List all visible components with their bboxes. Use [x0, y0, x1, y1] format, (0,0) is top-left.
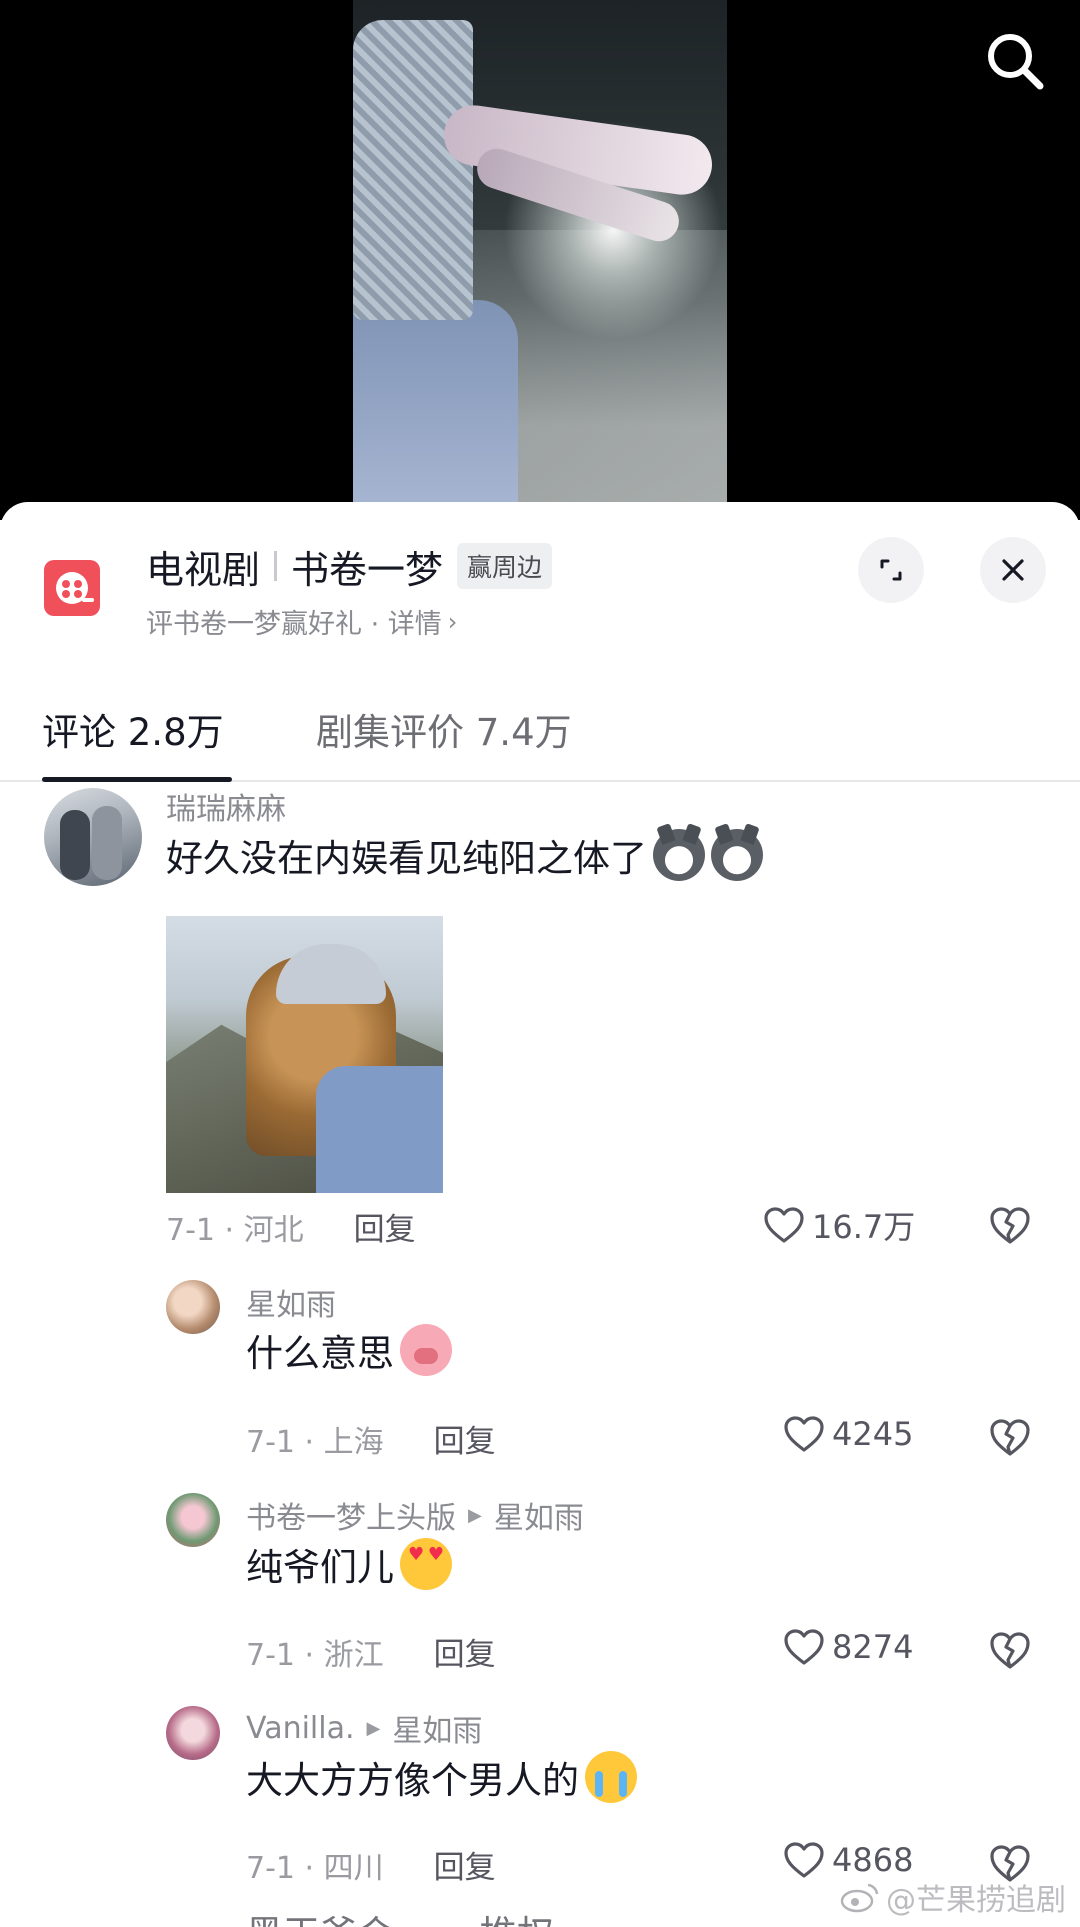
promo-subtitle-link[interactable]: 评书卷一梦赢好礼 · 详情 › [146, 602, 457, 641]
heart-icon [764, 1207, 804, 1243]
dislike-button[interactable] [988, 1416, 1032, 1458]
avatar[interactable] [166, 1706, 220, 1760]
wolf-emoji-icon [653, 829, 705, 881]
like-count: 4868 [832, 1841, 914, 1879]
show-name: 书卷一梦 [291, 547, 444, 592]
heart-icon [784, 1629, 824, 1665]
like-count: 4245 [832, 1415, 914, 1453]
reply-body: 什么意思 [246, 1332, 394, 1375]
dislike-button[interactable] [988, 1204, 1032, 1246]
expand-icon [880, 559, 902, 581]
heart-icon [784, 1842, 824, 1878]
pig-emoji-icon [400, 1324, 452, 1376]
heart-eyes-emoji-icon [400, 1538, 452, 1590]
reply-button[interactable]: 回复 [354, 1204, 416, 1249]
reply-date-location: 7-1 · 上海 [246, 1424, 384, 1460]
reply-meta: 7-1 · 上海 回复 [246, 1416, 496, 1461]
dislike-button[interactable] [988, 1629, 1032, 1671]
reply-date-location: 7-1 · 四川 [246, 1850, 384, 1886]
title-row[interactable]: 电视剧 书卷一梦 赢周边 [146, 538, 553, 594]
comment-meta: 7-1 · 河北 回复 [166, 1204, 416, 1249]
reply-body: 大大方方像个男人的 [246, 1759, 579, 1802]
promo-badge[interactable]: 赢周边 [457, 543, 553, 589]
chevron-right-icon: › [447, 607, 458, 636]
category-label: 电视剧 [146, 547, 261, 592]
weibo-logo-icon [840, 1883, 879, 1913]
broken-heart-icon [990, 1632, 1030, 1669]
reply-date-location: 7-1 · 浙江 [246, 1637, 384, 1673]
reply-button[interactable]: 回复 [434, 1842, 496, 1887]
active-tab-indicator [42, 777, 232, 782]
reply-username[interactable]: 星如雨 [246, 1280, 336, 1324]
avatar[interactable] [44, 788, 142, 886]
tv-app-logo-icon[interactable] [44, 560, 100, 616]
reply-text: 什么意思 [246, 1320, 452, 1380]
reply-button[interactable]: 回复 [434, 1629, 496, 1674]
like-button[interactable]: 4245 [782, 1414, 913, 1454]
next-comment-partial: 黑王爷会…… 推权 [246, 1904, 554, 1927]
reply-button[interactable]: 回复 [434, 1416, 496, 1461]
tab-bar: 评论 2.8万 剧集评价 7.4万 [0, 682, 1080, 782]
title-divider [274, 551, 278, 581]
like-count: 16.7万 [812, 1208, 916, 1246]
comment-image[interactable] [166, 916, 443, 1193]
tab-episode-reviews[interactable]: 剧集评价 7.4万 [316, 702, 572, 756]
reply-to-username[interactable]: 星如雨 [392, 1706, 482, 1750]
watermark: @芒果捞追剧 [840, 1875, 1066, 1919]
reply-to-username[interactable]: 星如雨 [494, 1493, 584, 1537]
wolf-emoji-icon [711, 829, 763, 881]
heart-icon [784, 1416, 824, 1452]
like-button[interactable]: 4868 [782, 1840, 913, 1880]
reply-meta: 7-1 · 四川 回复 [246, 1842, 496, 1887]
video-player[interactable] [0, 0, 1080, 520]
video-frame [353, 0, 727, 502]
avatar[interactable] [166, 1493, 220, 1547]
comment-date-location: 7-1 · 河北 [166, 1212, 304, 1248]
broken-heart-icon [990, 1207, 1030, 1244]
comment-sheet: 电视剧 书卷一梦 赢周边 评书卷一梦赢好礼 · 详情 › 评论 2.8万 剧集评… [0, 502, 1080, 1927]
close-icon [1002, 559, 1024, 581]
crying-emoji-icon [585, 1751, 637, 1803]
reply-meta: 7-1 · 浙江 回复 [246, 1629, 496, 1674]
watermark-text: @芒果捞追剧 [886, 1883, 1066, 1918]
like-button[interactable]: 8274 [782, 1627, 913, 1667]
promo-subtitle: 评书卷一梦赢好礼 · 详情 [146, 609, 442, 640]
avatar[interactable] [166, 1280, 220, 1334]
tab-comments[interactable]: 评论 2.8万 [42, 702, 224, 756]
reply-to-arrow-icon: ▶ [366, 1717, 381, 1739]
comment-body: 好久没在内娱看见纯阳之体了 [166, 837, 647, 880]
reply-body: 纯爷们儿 [246, 1546, 394, 1589]
like-count: 8274 [832, 1628, 914, 1666]
broken-heart-icon [990, 1419, 1030, 1456]
reply-to-arrow-icon: ▶ [468, 1504, 482, 1526]
reply-text: 大大方方像个男人的 [246, 1747, 637, 1807]
comment-text: 好久没在内娱看见纯阳之体了 [166, 822, 763, 888]
sheet-header: 电视剧 书卷一梦 赢周边 评书卷一梦赢好礼 · 详情 › [0, 502, 1080, 652]
reply-text: 纯爷们儿 [246, 1534, 452, 1594]
search-icon[interactable] [980, 26, 1050, 96]
like-button[interactable]: 16.7万 [762, 1202, 915, 1248]
close-button[interactable] [980, 537, 1046, 603]
reply-username-row: 书卷一梦上头版 ▶ 星如雨 [246, 1493, 584, 1537]
reply-username[interactable]: 书卷一梦上头版 [246, 1493, 456, 1537]
reply-username[interactable]: Vanilla. [246, 1711, 355, 1746]
expand-button[interactable] [858, 537, 924, 603]
reply-username-row: Vanilla. ▶ 星如雨 [246, 1706, 482, 1750]
